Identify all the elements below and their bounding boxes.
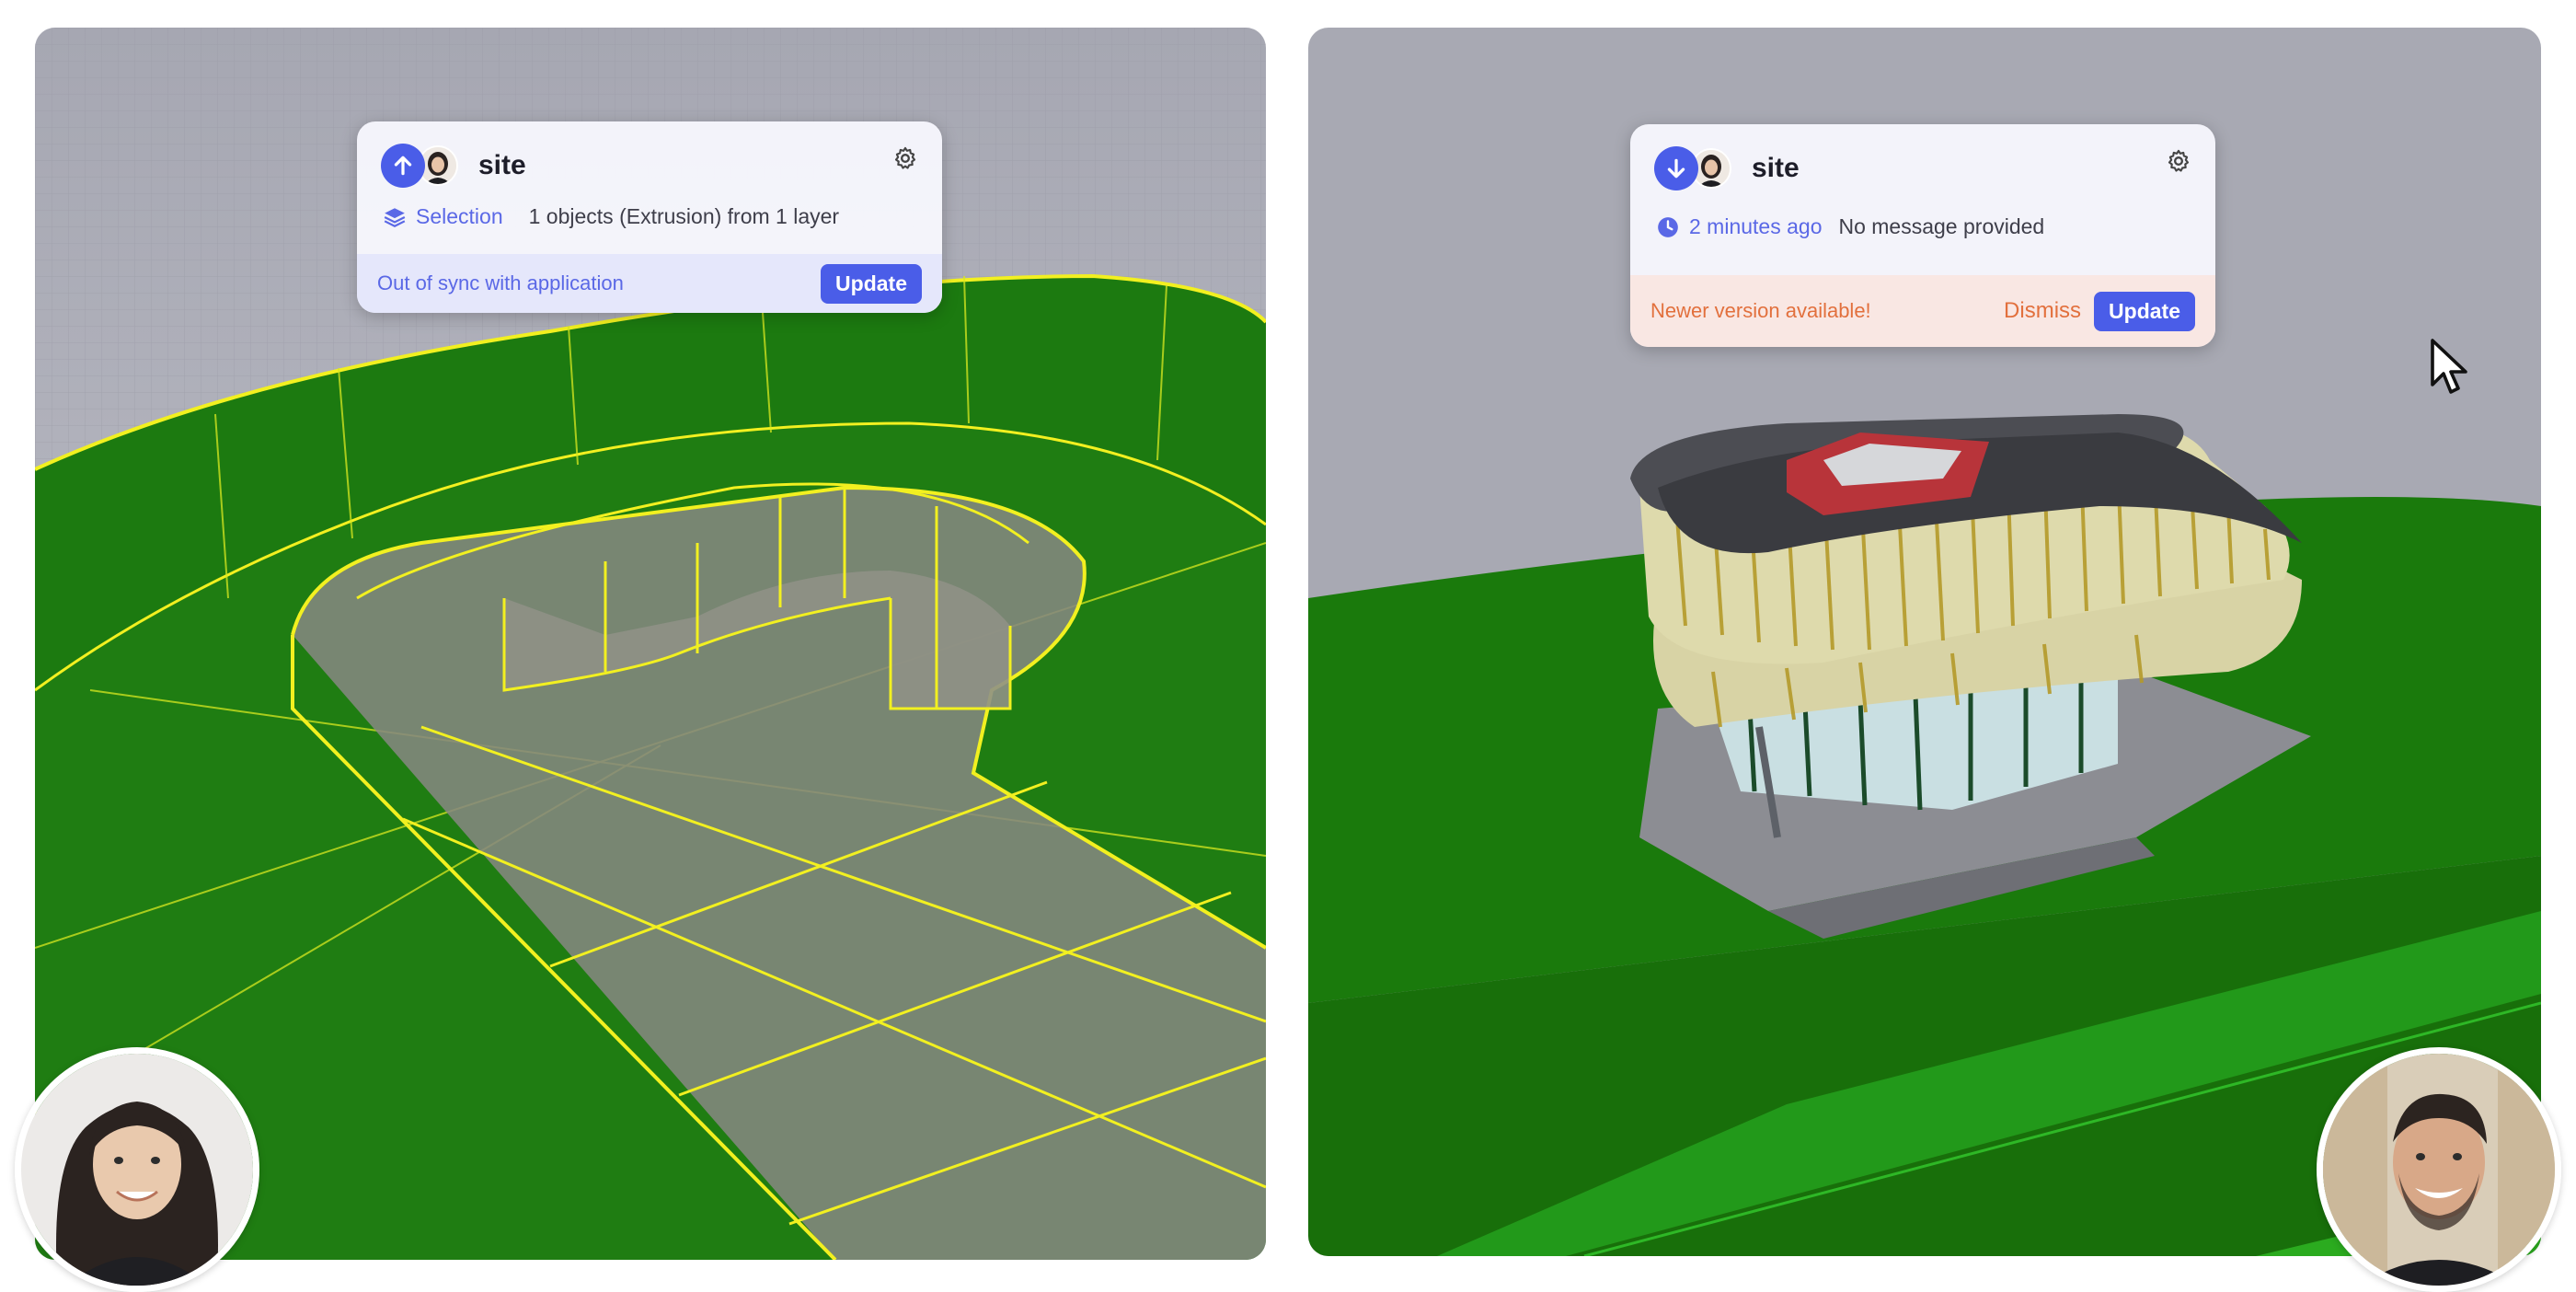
model-title: site [478, 150, 526, 180]
arrow-up-icon [394, 156, 412, 176]
send-button[interactable] [381, 144, 425, 188]
update-button[interactable]: Update [2094, 291, 2195, 331]
selection-filter-link[interactable]: Selection [416, 204, 503, 229]
layers-icon [384, 207, 406, 227]
dismiss-button[interactable]: Dismiss [2004, 298, 2081, 324]
left-model-card: site Selection 1 objects (Extrusion) fro… [357, 121, 942, 313]
gear-icon[interactable] [892, 145, 918, 171]
gear-icon[interactable] [2166, 148, 2191, 174]
status-message: Out of sync with application [377, 271, 624, 294]
receive-button[interactable] [1654, 146, 1698, 190]
update-status-bar: Newer version available! Dismiss Update [1630, 275, 2215, 347]
sync-status-bar: Out of sync with application Update [357, 254, 942, 313]
participant-avatar-right [2317, 1047, 2561, 1292]
update-button[interactable]: Update [821, 263, 922, 304]
clock-icon [1658, 216, 1678, 237]
participant-avatar-left [15, 1047, 259, 1292]
arrow-down-icon [1667, 158, 1685, 179]
selection-summary: 1 objects (Extrusion) from 1 layer [528, 204, 840, 228]
version-time[interactable]: 2 minutes ago [1689, 214, 1822, 239]
right-model-card: site 2 minutes ago No message provided N… [1630, 124, 2215, 347]
version-info-row: 2 minutes ago No message provided [1656, 214, 2044, 239]
mouse-cursor-icon [2431, 339, 2467, 394]
version-message: No message provided [1838, 214, 2045, 238]
status-message: Newer version available! [1650, 299, 1871, 322]
card-header: site [381, 142, 526, 190]
selection-row: Selection 1 objects (Extrusion) from 1 l… [383, 204, 839, 229]
model-title: site [1752, 153, 1800, 183]
card-header: site [1654, 144, 1800, 192]
